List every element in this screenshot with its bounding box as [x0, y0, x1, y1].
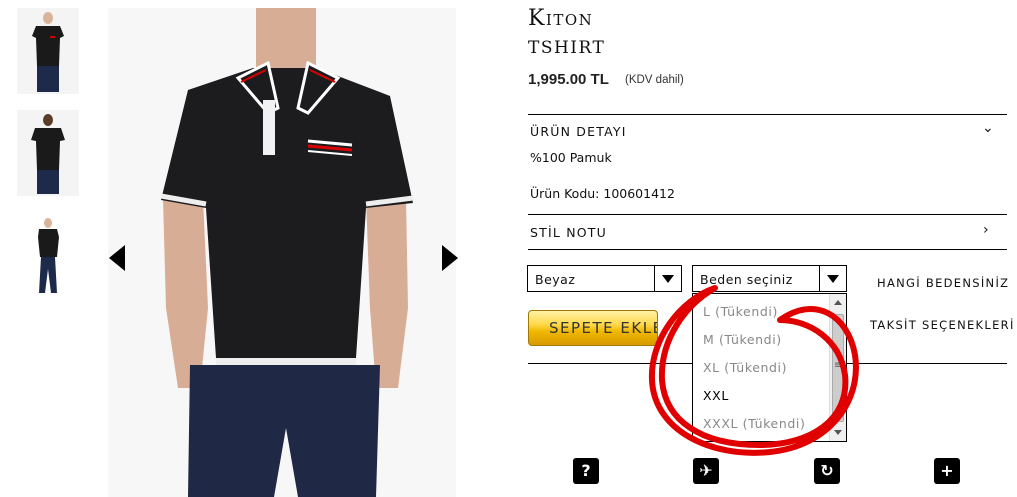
- product-brand: Kiton: [528, 6, 594, 31]
- plane-icon[interactable]: ✈: [693, 458, 719, 484]
- chevron-right-icon[interactable]: ›: [983, 222, 989, 238]
- divider: [528, 249, 1007, 250]
- product-price: 1,995.00 TL: [528, 71, 609, 88]
- divider: [528, 114, 1007, 115]
- thumbnail-side[interactable]: [17, 213, 79, 299]
- size-option[interactable]: M (Tükendi): [703, 332, 782, 347]
- thumbnail-front-image: [17, 8, 79, 94]
- thumbnail-front[interactable]: [17, 8, 79, 94]
- scroll-down-icon[interactable]: [834, 430, 842, 435]
- plus-icon[interactable]: +: [934, 458, 960, 484]
- chevron-down-icon[interactable]: [654, 266, 681, 291]
- refresh-icon[interactable]: ↻: [814, 458, 840, 484]
- product-detail-toggle[interactable]: ÜRÜN DETAYI: [530, 124, 627, 139]
- product-type: TSHIRT: [528, 38, 606, 58]
- product-material: %100 Pamuk: [530, 150, 612, 165]
- scrollbar-thumb[interactable]: [832, 314, 844, 422]
- product-code: Ürün Kodu: 100601412: [530, 186, 675, 201]
- size-guide-link[interactable]: HANGİ BEDENSİNİZ: [877, 276, 1009, 290]
- next-image-arrow-icon[interactable]: [442, 245, 458, 271]
- color-select[interactable]: Beyaz: [527, 265, 682, 292]
- thumbnail-side-image: [17, 213, 79, 299]
- divider: [528, 214, 1007, 215]
- thumbnail-back-image: [17, 110, 79, 196]
- scrollbar[interactable]: [829, 294, 846, 441]
- size-option[interactable]: XXL: [703, 388, 729, 403]
- size-options-list[interactable]: L (Tükendi) M (Tükendi) XL (Tükendi) XXL…: [692, 293, 847, 442]
- previous-image-arrow-icon[interactable]: [109, 245, 125, 271]
- question-icon[interactable]: ?: [573, 458, 599, 484]
- add-to-cart-button[interactable]: SEPETE EKLE: [528, 310, 658, 346]
- chevron-down-icon[interactable]: [819, 266, 846, 291]
- size-select-value: Beden seçiniz: [700, 272, 793, 287]
- size-option[interactable]: XL (Tükendi): [703, 360, 787, 375]
- size-option[interactable]: XXXL (Tükendi): [703, 416, 805, 431]
- add-to-cart-label: SEPETE EKLE: [549, 319, 658, 337]
- scroll-up-icon[interactable]: [834, 300, 842, 305]
- color-select-value: Beyaz: [535, 272, 576, 287]
- main-product-image: [108, 8, 456, 497]
- thumbnail-back[interactable]: [17, 110, 79, 196]
- size-select[interactable]: Beden seçiniz: [692, 265, 847, 292]
- chevron-down-icon[interactable]: ⌄: [982, 120, 994, 136]
- vat-note: (KDV dahil): [625, 74, 684, 86]
- style-note-toggle[interactable]: STİL NOTU: [530, 225, 607, 240]
- product-photo: [108, 8, 456, 497]
- size-option[interactable]: L (Tükendi): [703, 304, 778, 319]
- installment-options-link[interactable]: TAKSİT SEÇENEKLERİ: [870, 318, 1015, 332]
